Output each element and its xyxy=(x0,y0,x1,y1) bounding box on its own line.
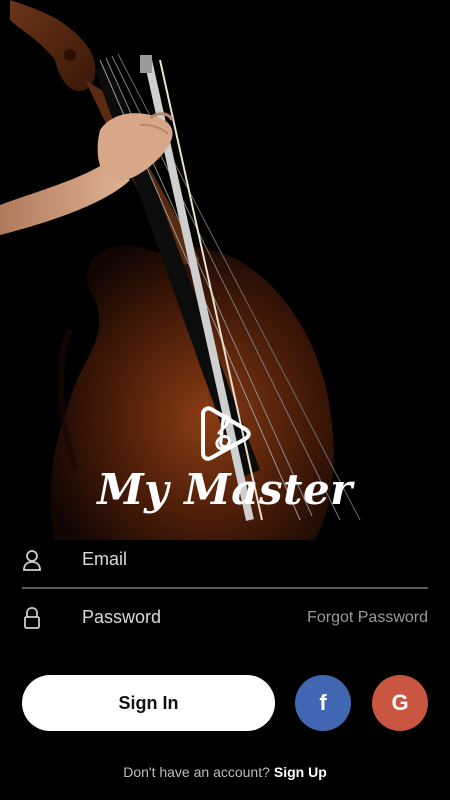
email-field[interactable]: Email xyxy=(22,537,428,589)
signup-prompt-text: Don't have an account? xyxy=(123,764,270,780)
logo-block: My Master xyxy=(0,405,450,514)
email-underline xyxy=(22,587,428,589)
signup-prompt: Don't have an account? Sign Up xyxy=(0,764,450,780)
app-name: My Master xyxy=(97,465,353,514)
user-icon xyxy=(22,549,42,571)
google-icon: G xyxy=(391,690,409,715)
email-label: Email xyxy=(82,549,128,569)
facebook-button[interactable]: f xyxy=(295,675,351,731)
signin-button[interactable]: Sign In xyxy=(22,675,275,731)
password-field[interactable]: Password Forgot Password xyxy=(22,595,428,645)
signup-link[interactable]: Sign Up xyxy=(274,764,327,780)
lock-icon xyxy=(22,607,42,629)
password-label: Password xyxy=(82,607,162,627)
facebook-icon: f xyxy=(319,690,327,715)
google-button[interactable]: G xyxy=(372,675,428,731)
forgot-password-link[interactable]: Forgot Password xyxy=(307,609,428,627)
play-treble-clef-logo-icon xyxy=(197,405,253,465)
